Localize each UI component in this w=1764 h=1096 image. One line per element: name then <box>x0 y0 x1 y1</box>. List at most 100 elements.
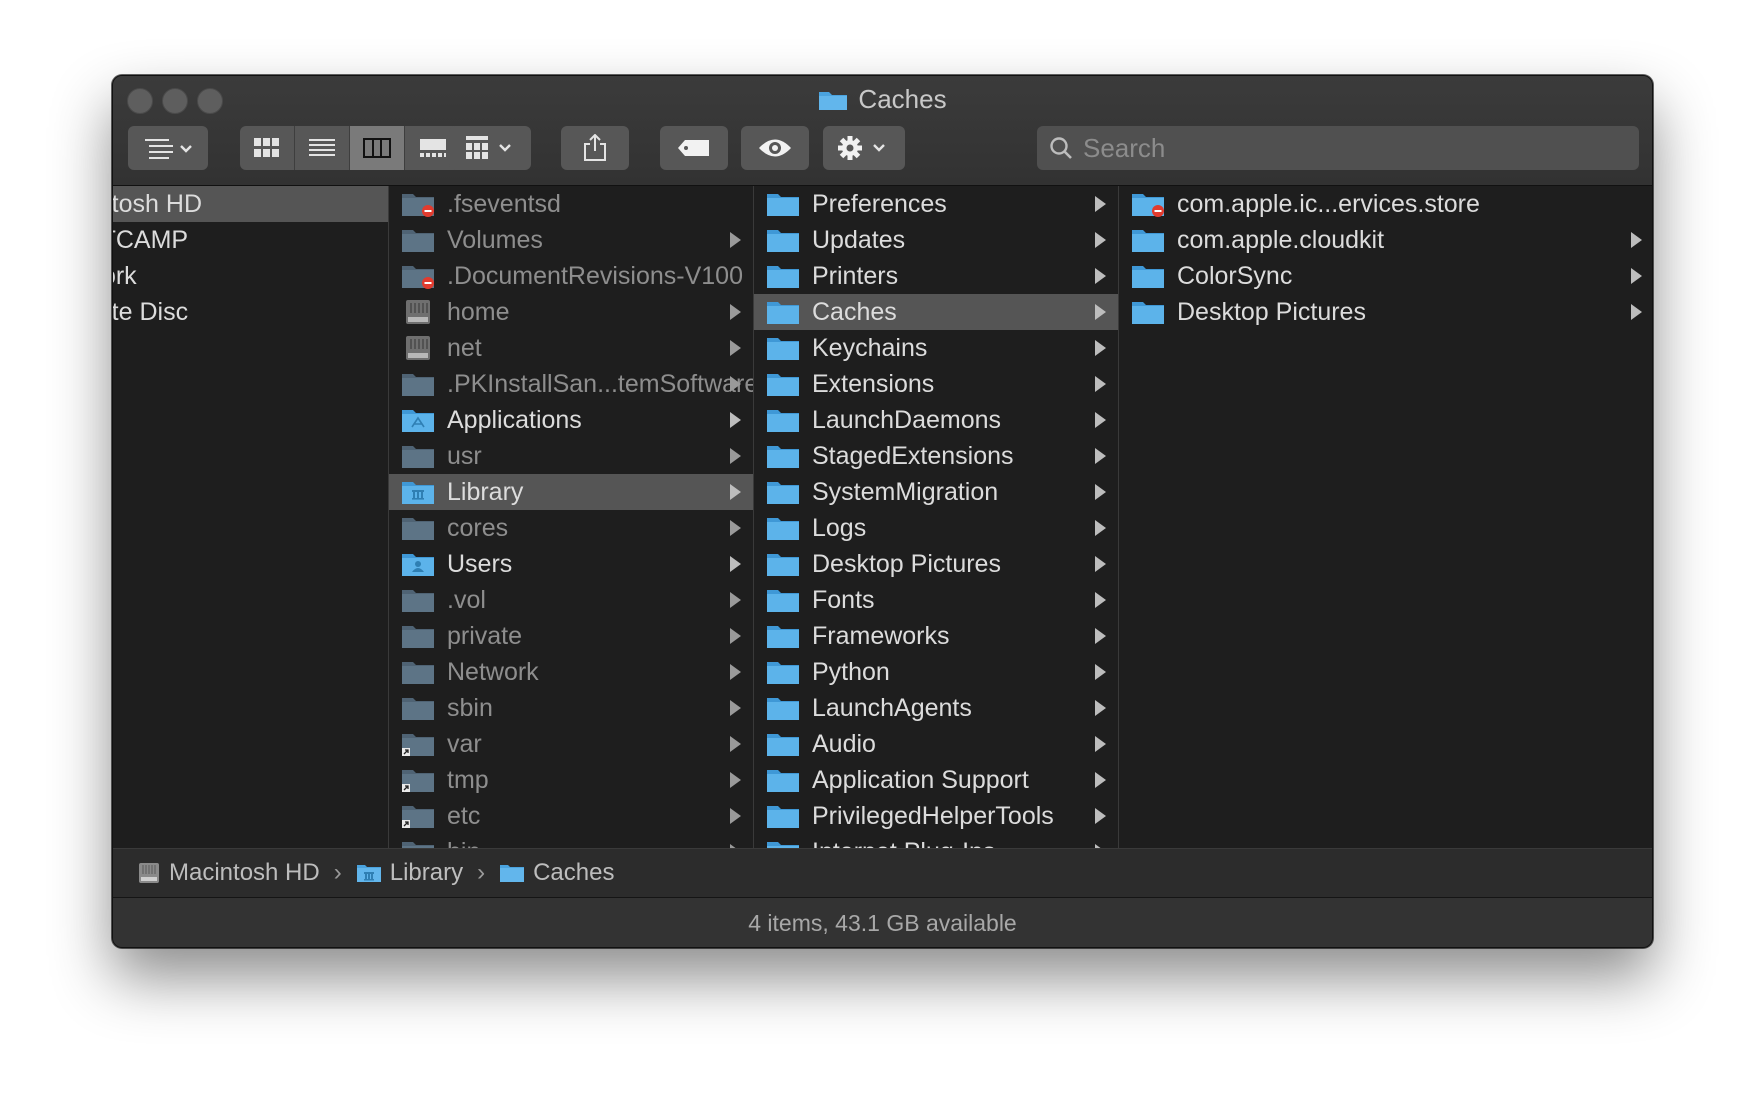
column-devices[interactable]: Macintosh HD BOOTCAMP Network Remote Disc <box>113 186 389 848</box>
list-item[interactable]: com.apple.cloudkit <box>1119 222 1652 258</box>
list-item[interactable]: private <box>389 618 753 654</box>
list-item-label: .DocumentRevisions-V100 <box>447 261 743 290</box>
list-item[interactable]: Internet Plug-Ins <box>754 834 1118 848</box>
list-item[interactable]: Python <box>754 654 1118 690</box>
list-item[interactable]: Printers <box>754 258 1118 294</box>
search-field[interactable] <box>1037 126 1639 170</box>
path-item-macintosh-hd[interactable]: Macintosh HD <box>137 859 320 887</box>
path-item-caches[interactable]: Caches <box>499 859 614 887</box>
tag-icon <box>678 140 709 156</box>
disclosure-arrow-icon <box>1095 664 1106 680</box>
disclosure-arrow-icon <box>1095 772 1106 788</box>
share-button[interactable] <box>561 126 629 170</box>
server-icon <box>401 335 435 361</box>
column-library[interactable]: Preferences Updates Printers Caches Keychain… <box>754 186 1119 848</box>
list-item[interactable]: Volumes <box>389 222 753 258</box>
list-item[interactable]: net <box>389 330 753 366</box>
list-item[interactable]: Audio <box>754 726 1118 762</box>
list-item[interactable]: Applications <box>389 402 753 438</box>
share-icon <box>584 134 606 161</box>
list-item[interactable]: var <box>389 726 753 762</box>
list-item[interactable]: Library <box>389 474 753 510</box>
group-by-button[interactable] <box>449 126 531 170</box>
list-item[interactable]: com.apple.ic...ervices.store <box>1119 186 1652 222</box>
list-item-label: Applications <box>447 405 582 434</box>
list-item[interactable]: Caches <box>754 294 1118 330</box>
list-item[interactable]: LaunchDaemons <box>754 402 1118 438</box>
list-item[interactable]: tmp <box>389 762 753 798</box>
list-item-label: home <box>447 297 510 326</box>
icon-view-button[interactable] <box>240 126 295 170</box>
list-item-label: tmp <box>447 765 489 794</box>
list-item[interactable]: Keychains <box>754 330 1118 366</box>
disclosure-arrow-icon <box>730 304 741 320</box>
list-item[interactable]: StagedExtensions <box>754 438 1118 474</box>
list-item[interactable]: Application Support <box>754 762 1118 798</box>
folder-icon <box>766 515 800 541</box>
search-icon <box>1050 137 1072 159</box>
list-item-label: Keychains <box>812 333 928 362</box>
list-item[interactable]: sbin <box>389 690 753 726</box>
folder-icon <box>401 515 435 541</box>
search-input[interactable] <box>1083 132 1623 164</box>
list-item[interactable]: etc <box>389 798 753 834</box>
list-item[interactable]: BOOTCAMP <box>113 222 388 258</box>
list-item[interactable]: Fonts <box>754 582 1118 618</box>
path-item-library[interactable]: Library <box>356 859 463 887</box>
list-item[interactable]: Remote Disc <box>113 294 388 330</box>
list-item[interactable]: Extensions <box>754 366 1118 402</box>
list-item[interactable]: .PKInstallSan...temSoftware <box>389 366 753 402</box>
users-folder-icon <box>401 551 435 577</box>
action-menu-button[interactable] <box>823 126 905 170</box>
list-item[interactable]: cores <box>389 510 753 546</box>
list-item[interactable]: Preferences <box>754 186 1118 222</box>
list-item[interactable]: Macintosh HD <box>113 186 388 222</box>
column-view-button[interactable] <box>350 126 405 170</box>
list-item[interactable]: Frameworks <box>754 618 1118 654</box>
list-item[interactable]: SystemMigration <box>754 474 1118 510</box>
restricted-folder-icon <box>401 263 435 289</box>
list-item-label: Updates <box>812 225 906 254</box>
list-item[interactable]: Updates <box>754 222 1118 258</box>
list-item[interactable]: Network <box>113 258 388 294</box>
sidebar-menu-button[interactable] <box>128 126 208 170</box>
list-item[interactable]: ColorSync <box>1119 258 1652 294</box>
status-bar: 4 items, 43.1 GB available <box>113 898 1652 947</box>
disclosure-arrow-icon <box>730 808 741 824</box>
column-caches[interactable]: com.apple.ic...ervices.store com.apple.cl… <box>1119 186 1652 848</box>
folder-icon <box>1131 227 1165 253</box>
list-item-label: bin <box>447 838 480 849</box>
list-item[interactable]: usr <box>389 438 753 474</box>
list-item[interactable]: .vol <box>389 582 753 618</box>
list-item[interactable]: Network <box>389 654 753 690</box>
list-item[interactable]: Users <box>389 546 753 582</box>
list-item[interactable]: Desktop Pictures <box>1119 294 1652 330</box>
disclosure-arrow-icon <box>730 520 741 536</box>
folder-icon <box>766 227 800 253</box>
chevron-right-icon: › <box>333 859 342 886</box>
list-item[interactable]: .fseventsd <box>389 186 753 222</box>
list-item[interactable]: LaunchAgents <box>754 690 1118 726</box>
list-view-button[interactable] <box>295 126 350 170</box>
hard-drive-icon <box>139 863 159 883</box>
quick-look-button[interactable] <box>741 126 809 170</box>
column-root[interactable]: .fseventsd Volumes .DocumentRevisions-V100… <box>389 186 754 848</box>
folder-icon <box>766 407 800 433</box>
path-item-label: Library <box>389 859 464 886</box>
folder-icon <box>766 623 800 649</box>
list-item-label: LaunchAgents <box>812 693 972 722</box>
folder-icon <box>1131 263 1165 289</box>
list-item-label: SystemMigration <box>812 477 999 506</box>
folder-icon <box>401 587 435 613</box>
list-item[interactable]: PrivilegedHelperTools <box>754 798 1118 834</box>
list-item[interactable]: Logs <box>754 510 1118 546</box>
list-item[interactable]: .DocumentRevisions-V100 <box>389 258 753 294</box>
path-item-label: Macintosh HD <box>169 859 320 886</box>
list-item[interactable]: Desktop Pictures <box>754 546 1118 582</box>
tags-button[interactable] <box>660 126 728 170</box>
list-item[interactable]: home <box>389 294 753 330</box>
folder-icon <box>401 659 435 685</box>
list-item[interactable]: bin <box>389 834 753 848</box>
window-title: Caches <box>113 84 1652 115</box>
window-title-text: Caches <box>858 84 947 114</box>
